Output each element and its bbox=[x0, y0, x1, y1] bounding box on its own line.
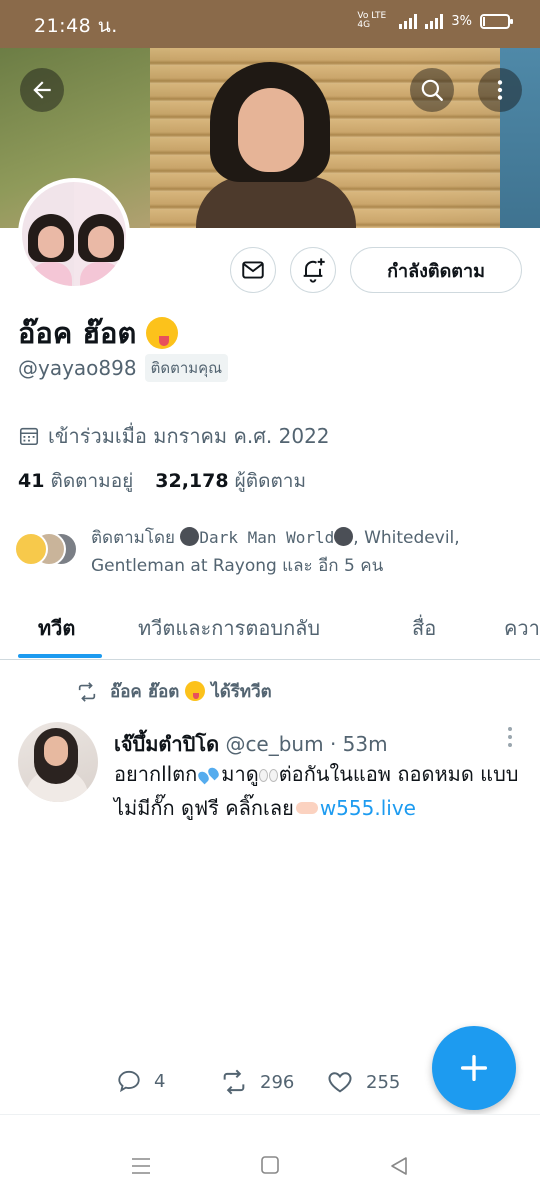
squinting-tongue-emoji-icon-small bbox=[185, 681, 206, 701]
tweet-text-part2: มาดู bbox=[221, 762, 259, 786]
banner-person bbox=[196, 58, 356, 228]
followers-count: 32,178 bbox=[155, 470, 229, 492]
arrow-left-icon bbox=[33, 81, 51, 99]
following-stat[interactable]: 41 ติดตามอยู่ bbox=[18, 466, 133, 496]
dark-face-emoji-icon-2 bbox=[334, 527, 354, 546]
signal-icon bbox=[399, 13, 418, 29]
display-name: อ๊อค ฮ๊อต bbox=[18, 310, 179, 356]
joined-text: เข้าร่วมเมื่อ มกราคม ค.ศ. 2022 bbox=[48, 424, 330, 448]
joined-date: เข้าร่วมเมื่อ มกราคม ค.ศ. 2022 bbox=[18, 420, 330, 452]
message-button[interactable] bbox=[230, 247, 276, 293]
like-count: 255 bbox=[366, 1071, 401, 1093]
bell-plus-icon bbox=[303, 258, 325, 283]
follow-stats: 41 ติดตามอยู่ 32,178 ผู้ติดตาม bbox=[18, 466, 306, 496]
tweet-header: เจ๊บึ้มตำปิโด @ce_bum · 53m bbox=[114, 728, 388, 760]
calendar-icon bbox=[19, 427, 39, 446]
retweet-count: 296 bbox=[260, 1071, 295, 1093]
more-options-button[interactable] bbox=[478, 68, 522, 112]
more-vertical-icon bbox=[497, 80, 503, 100]
heart-icon bbox=[328, 1072, 352, 1093]
followers-label: ผู้ติดตาม bbox=[234, 470, 306, 492]
mail-icon bbox=[242, 261, 264, 279]
profile-handle: @yayao898 bbox=[18, 356, 137, 380]
compose-tweet-button[interactable] bbox=[432, 1026, 516, 1110]
display-name-text: อ๊อค ฮ๊อต bbox=[18, 316, 137, 350]
active-tab-indicator bbox=[18, 654, 102, 658]
pointing-hand-emoji-icon bbox=[295, 802, 318, 814]
profile-tabs: ทวีต ทวีตและการตอบกลับ สื่อ ควา bbox=[0, 598, 540, 660]
tab-tweets[interactable]: ทวีต bbox=[38, 612, 75, 644]
smiley-avatar-icon bbox=[14, 532, 48, 566]
menu-icon[interactable] bbox=[130, 1155, 152, 1177]
retweet-by: อ๊อค ฮ๊อต ได้รีทวีต bbox=[110, 678, 272, 705]
back-button[interactable] bbox=[20, 68, 64, 112]
tweet-text-part1: อยากllตก bbox=[114, 762, 198, 786]
signal-icon-2 bbox=[425, 13, 444, 29]
triangle-back-icon[interactable] bbox=[388, 1155, 410, 1177]
tweet-more-icon[interactable] bbox=[506, 726, 514, 748]
reply-icon bbox=[118, 1070, 140, 1093]
reply-button[interactable]: 4 bbox=[116, 1068, 165, 1094]
followed-by-prefix: ติดตามโดย bbox=[91, 528, 176, 548]
tweet-link[interactable]: w555.live bbox=[320, 796, 416, 820]
retweet-action-icon bbox=[223, 1069, 245, 1095]
tweet-author-meta: @ce_bum · 53m bbox=[225, 732, 388, 756]
square-icon[interactable] bbox=[260, 1155, 280, 1175]
system-nav-bar bbox=[0, 1114, 540, 1200]
sweat-droplets-emoji-icon bbox=[196, 765, 222, 785]
battery-icon bbox=[480, 13, 513, 29]
tab-likes[interactable]: ควา bbox=[504, 612, 540, 644]
squinting-tongue-emoji-icon bbox=[146, 317, 179, 349]
eyes-emoji-icon bbox=[258, 759, 279, 792]
retweet-button[interactable]: 296 bbox=[220, 1068, 294, 1096]
handle-row: @yayao898 ติดตามคุณ bbox=[18, 354, 229, 382]
retweet-context: อ๊อค ฮ๊อต ได้รีทวีต bbox=[76, 678, 272, 705]
retweet-icon bbox=[78, 681, 96, 702]
tweet-text: อยากllตก มาดู ต่อกันในแอพ ถอดหมด แบบไม่มีก… bbox=[114, 758, 524, 825]
dark-face-emoji-icon bbox=[180, 527, 200, 546]
followed-by-text: ติดตามโดย Dark Man World, Whitedevil, Ge… bbox=[91, 524, 521, 580]
like-button[interactable]: 255 bbox=[326, 1068, 400, 1096]
search-icon bbox=[421, 79, 443, 101]
search-button[interactable] bbox=[410, 68, 454, 112]
tab-media[interactable]: สื่อ bbox=[412, 612, 436, 644]
battery-fill bbox=[483, 16, 485, 26]
followers-stat[interactable]: 32,178 ผู้ติดตาม bbox=[155, 466, 306, 496]
plus-icon bbox=[460, 1054, 488, 1082]
profile-avatar[interactable] bbox=[18, 178, 130, 290]
retweet-suffix: ได้รีทวีต bbox=[211, 682, 272, 702]
reply-count: 4 bbox=[154, 1070, 166, 1092]
status-time: 21:48 น. bbox=[34, 15, 118, 37]
notify-button[interactable] bbox=[290, 247, 336, 293]
following-button[interactable]: กำลังติดตาม bbox=[350, 247, 522, 293]
battery-percent: 3% bbox=[451, 13, 472, 29]
following-count: 41 bbox=[18, 470, 45, 492]
following-label: ติดตามอยู่ bbox=[50, 470, 134, 492]
status-icons: Vo LTE 4G 3% bbox=[357, 11, 513, 30]
network-label: Vo LTE 4G bbox=[357, 11, 387, 30]
tab-tweets-replies[interactable]: ทวีตและการตอบกลับ bbox=[138, 612, 320, 644]
status-bar: 21:48 น. Vo LTE 4G 3% bbox=[0, 0, 540, 48]
followed-by-name1: Dark Man World bbox=[199, 528, 335, 547]
tweet-author-name[interactable]: เจ๊บึ้มตำปิโด bbox=[114, 732, 219, 756]
follows-you-badge: ติดตามคุณ bbox=[144, 354, 229, 382]
tweet-author-avatar[interactable] bbox=[18, 722, 98, 802]
retweet-by-name: อ๊อค ฮ๊อต bbox=[110, 682, 180, 702]
followed-by-avatars bbox=[14, 532, 80, 566]
